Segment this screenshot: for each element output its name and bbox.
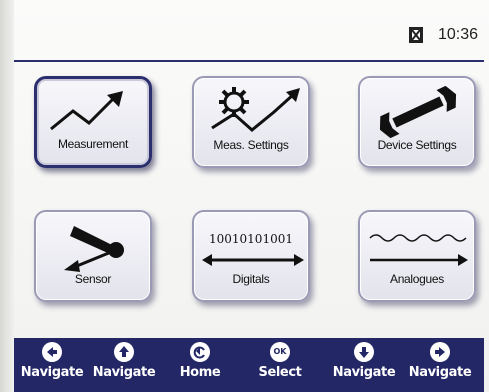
screen-bezel: [0, 0, 14, 392]
nav-home-button[interactable]: Home: [164, 342, 236, 390]
tile-sensor[interactable]: Sensor: [34, 210, 152, 302]
wave-arrows-icon: [369, 234, 468, 266]
sensor-probe-icon: [64, 226, 124, 272]
binary-arrows-icon: [202, 254, 304, 266]
nav-label: Navigate: [92, 365, 156, 380]
binary-digits-text: 10010101001: [209, 232, 293, 246]
arrow-left-icon: [42, 342, 62, 362]
trend-chart-icon: [50, 91, 123, 131]
nav-select-button[interactable]: OK Select: [244, 342, 316, 390]
nav-label: Navigate: [332, 365, 396, 380]
device-screen: 10:36 Measurement Meas. Settings Device …: [0, 0, 489, 392]
bottom-nav-bar: Navigate Navigate Home OK Select Navigat…: [14, 338, 484, 392]
arrow-up-icon: [114, 342, 134, 362]
tile-measurement[interactable]: Measurement: [34, 76, 152, 168]
nav-up-button[interactable]: Navigate: [88, 342, 160, 390]
tile-label: Sensor: [74, 272, 112, 286]
tile-label: Meas. Settings: [213, 138, 289, 152]
wrench-icon: [379, 85, 457, 139]
ok-icon: OK: [270, 342, 290, 362]
arrow-down-icon: [354, 342, 374, 362]
tile-label: Device Settings: [377, 138, 457, 152]
ok-icon-text: OK: [273, 347, 287, 356]
nav-down-button[interactable]: Navigate: [328, 342, 400, 390]
nav-left-button[interactable]: Navigate: [16, 342, 88, 390]
nav-right-button[interactable]: Navigate: [404, 342, 476, 390]
nav-label: Select: [258, 365, 302, 380]
tile-label: Analogues: [389, 272, 444, 286]
tile-label: Measurement: [57, 137, 129, 151]
clock: 10:36: [437, 26, 478, 43]
arrow-right-icon: [430, 342, 450, 362]
nav-label: Navigate: [408, 365, 472, 380]
tile-analogues[interactable]: Analogues: [358, 210, 476, 302]
tile-label: Digitals: [232, 272, 270, 286]
tile-device-settings[interactable]: Device Settings: [358, 76, 476, 168]
battery-icon: [408, 26, 424, 44]
home-return-icon: [190, 342, 210, 362]
tile-digitals[interactable]: 10010101001 Digitals: [192, 210, 310, 302]
status-bar: 10:36: [14, 12, 484, 62]
tile-meas-settings[interactable]: Meas. Settings: [192, 76, 310, 168]
nav-label: Home: [179, 365, 221, 380]
nav-label: Navigate: [20, 365, 84, 380]
gear-trend-icon: [211, 87, 300, 132]
